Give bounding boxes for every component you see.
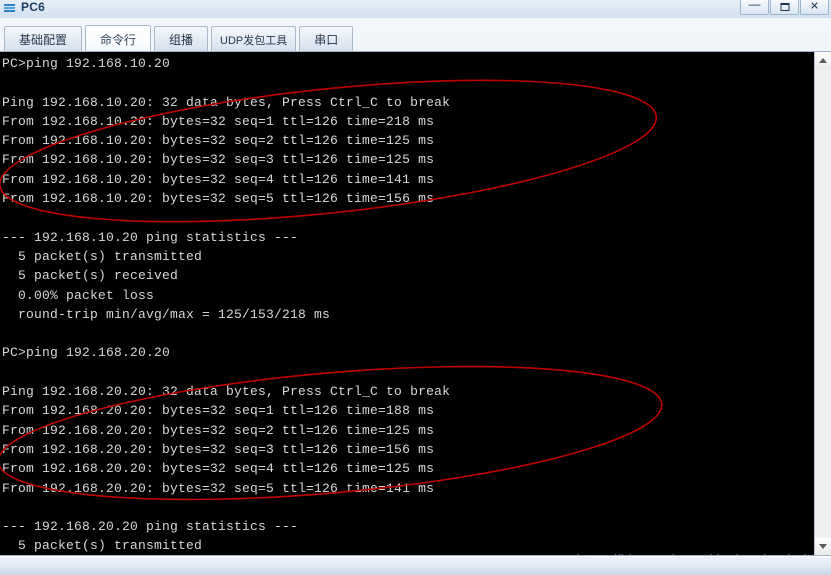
tab-label: UDP发包工具 — [220, 34, 288, 47]
close-icon: ✕ — [809, 0, 820, 12]
minimize-button[interactable]: — — [740, 0, 769, 15]
tab-command-line[interactable]: 命令行 — [85, 25, 152, 52]
close-button[interactable]: ✕ — [800, 0, 829, 15]
terminal-output-area[interactable]: PC>ping 192.168.10.20 Ping 192.168.10.20… — [0, 52, 814, 555]
scroll-down-button[interactable] — [815, 538, 831, 555]
minimize-icon: — — [748, 0, 761, 11]
console-panel: PC>ping 192.168.10.20 Ping 192.168.10.20… — [0, 51, 831, 556]
window-title-bar[interactable]: PC6 — ✕ — [0, 0, 831, 18]
tab-label: 基础配置 — [19, 33, 68, 47]
maximize-button[interactable] — [770, 0, 799, 15]
chevron-down-icon — [819, 544, 827, 549]
pc-terminal-window: PC6 — ✕ 基础配置 命令行 组播 UDP发包工具 串口 PC>ping 1… — [0, 0, 831, 575]
tab-label: 组播 — [169, 33, 194, 47]
terminal-text: PC>ping 192.168.10.20 Ping 192.168.10.20… — [2, 56, 451, 554]
tab-label: 命令行 — [100, 32, 137, 47]
tab-udp-packet-tool[interactable]: UDP发包工具 — [211, 26, 297, 52]
tab-label: 串口 — [314, 33, 339, 47]
scroll-up-button[interactable] — [815, 52, 831, 69]
maximize-icon — [780, 2, 789, 11]
tab-multicast[interactable]: 组播 — [154, 26, 209, 52]
window-bottom-strip — [0, 556, 831, 575]
tab-serial-port[interactable]: 串口 — [299, 26, 354, 52]
chevron-up-icon — [819, 58, 827, 63]
tab-bar: 基础配置 命令行 组播 UDP发包工具 串口 — [0, 22, 831, 52]
network-card-icon — [3, 0, 17, 14]
console-scrollbar[interactable] — [814, 52, 831, 555]
window-title: PC6 — [21, 0, 45, 14]
tab-basic-config[interactable]: 基础配置 — [4, 26, 83, 52]
window-controls: — ✕ — [740, 0, 829, 15]
